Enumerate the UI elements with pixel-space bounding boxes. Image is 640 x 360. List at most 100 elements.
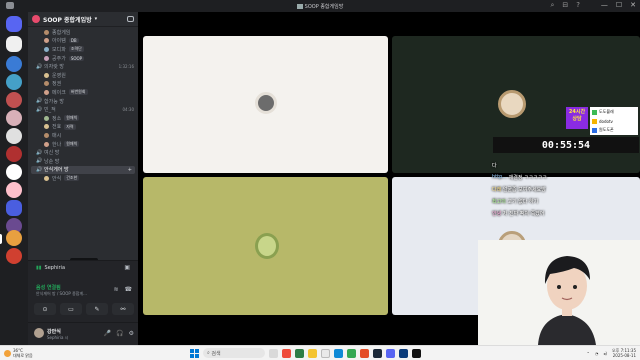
channel-name: 낭순 방 — [44, 158, 60, 165]
server-icon[interactable] — [6, 56, 22, 72]
chevron-down-icon: ▾ — [94, 16, 98, 22]
server-icon[interactable] — [6, 128, 22, 144]
noise-suppression-icon[interactable]: ≋ — [113, 286, 118, 293]
member-tag: 원매칙 — [64, 141, 80, 148]
voice-member[interactable]: 전효 자력 — [28, 123, 138, 132]
voice-channel-active[interactable]: 🔊 안식게어 방 + — [31, 165, 135, 175]
soundboard-button[interactable]: ⚯ — [112, 303, 134, 315]
server-icon-selected[interactable] — [6, 230, 22, 246]
invite-icon[interactable] — [127, 16, 134, 22]
voice-channel[interactable]: 🔊 의자랏 방 1:32:16 — [28, 62, 138, 71]
avatar — [498, 90, 526, 118]
channel-list: 종합게임 아이템 DB 모디파 조력단 공주가 SOOP 🔊 의자랏 방 1:32:16 운영원 정권… — [28, 28, 138, 183]
sponsor-item: 도도블래 — [590, 108, 638, 116]
video-tile[interactable] — [143, 177, 388, 315]
voice-member[interactable]: 종합게임 — [28, 28, 138, 37]
screen-share-icon[interactable]: ▣ — [124, 264, 130, 271]
app-icon[interactable] — [334, 348, 343, 358]
voice-channel[interactable]: 🔊 합가능 방 — [28, 97, 138, 106]
member-tag: DB — [68, 38, 79, 44]
server-icon[interactable] — [6, 110, 22, 126]
sponsor-box: 도도블래 dodotv 원도도폰 — [590, 107, 638, 135]
app-icon[interactable] — [399, 348, 408, 358]
server-icon[interactable] — [6, 74, 22, 90]
weather-widget[interactable]: 36°C 대체로 맑음 — [4, 348, 33, 358]
voice-member[interactable]: 모디파 조력단 — [28, 45, 138, 54]
voice-member[interactable]: 공주가 SOOP — [28, 54, 138, 63]
channel-sidebar: SOOP 종합게임방 ▾ 종합게임 아이템 DB 모디파 조력단 공주가 SOOP 🔊 의자랏 … — [28, 12, 138, 345]
server-icon[interactable] — [6, 36, 22, 52]
headphones-icon[interactable]: 🎧 — [116, 330, 123, 337]
settings-gear-icon[interactable]: ⚙ — [129, 330, 134, 337]
video-tile[interactable] — [143, 36, 388, 173]
app-icon[interactable] — [282, 348, 291, 358]
server-rail — [0, 12, 28, 345]
search-icon[interactable]: ⌕ — [550, 1, 554, 10]
server-icon[interactable] — [6, 146, 22, 162]
clock-date: 2025-08-11 — [612, 353, 636, 358]
voice-member[interactable]: 정권 — [28, 80, 138, 89]
app-icon[interactable] — [360, 348, 369, 358]
user-name[interactable]: 강안식 — [47, 328, 61, 335]
app-icon[interactable] — [295, 348, 304, 358]
server-icon[interactable] — [6, 182, 22, 198]
server-icon[interactable] — [6, 164, 22, 180]
voice-channel[interactable]: 🔊 민_적 04:30 — [28, 105, 138, 114]
disconnect-icon[interactable]: ☎ — [125, 286, 132, 293]
avatar — [44, 72, 49, 78]
taskbar-search[interactable]: ⌕ 검색 — [203, 348, 265, 358]
close-button[interactable]: ✕ — [630, 1, 636, 9]
voice-channel[interactable]: 🔊 여신 방 — [28, 148, 138, 157]
server-header[interactable]: SOOP 종합게임방 ▾ — [28, 12, 138, 27]
maximize-button[interactable]: ☐ — [616, 1, 622, 9]
member-tag: 자력 — [64, 123, 76, 130]
avatar[interactable] — [34, 328, 44, 338]
user-status: Sephiria 시 — [47, 335, 69, 340]
member-name: 운영원 — [52, 72, 66, 79]
obs-icon[interactable] — [412, 348, 421, 358]
volume-icon[interactable]: ◂) — [603, 351, 607, 356]
chat-text: 재결정 ㅋㅋㅋㅋㅋ — [508, 174, 548, 181]
voice-channel[interactable]: 🔊 낭순 방 — [28, 157, 138, 166]
chevron-up-icon[interactable]: ⌃ — [587, 351, 590, 356]
sponsor-label: 원도도폰 — [599, 127, 614, 132]
camera-button[interactable]: ⊙ — [34, 303, 56, 315]
microphone-icon[interactable]: 🎤 — [104, 330, 111, 337]
chat-user: 다래 — [492, 186, 502, 193]
chrome-icon[interactable] — [347, 348, 356, 358]
voice-connected-label[interactable]: 음성 연결됨 — [36, 284, 61, 291]
invite-to-channel-icon[interactable]: + — [128, 167, 132, 173]
sponsor-icon — [592, 109, 597, 115]
voice-member[interactable]: 매시 — [28, 131, 138, 140]
server-icon[interactable] — [6, 200, 22, 216]
activity-button[interactable]: ✎ — [86, 303, 108, 315]
voice-member[interactable]: 정소 원매칙 — [28, 114, 138, 123]
server-icon[interactable] — [6, 248, 22, 264]
voice-buttons: ⊙ ▭ ✎ ⚯ — [34, 303, 134, 315]
voice-member[interactable]: 안식 건조한 — [28, 174, 138, 183]
inbox-icon[interactable]: ⊟ — [562, 1, 568, 10]
file-explorer-icon[interactable] — [308, 348, 317, 358]
task-view-icon[interactable] — [269, 348, 278, 358]
member-name: 아이템 — [52, 38, 66, 45]
wifi-icon[interactable]: ◔ — [595, 351, 599, 356]
voice-member[interactable]: 아이템 DB — [28, 37, 138, 46]
direct-messages-icon[interactable] — [6, 16, 22, 32]
voice-member[interactable]: 메이크 버번원회 — [28, 88, 138, 97]
minimize-button[interactable]: — — [601, 1, 608, 9]
voice-connected-channel[interactable]: 안식게어 방 / SOOP 종합게... — [36, 291, 87, 297]
voice-activity-header[interactable]: ▮▮ Sephiria ▣ — [28, 260, 138, 274]
voice-member[interactable]: 운영원 — [28, 71, 138, 80]
screen-share-button[interactable]: ▭ — [60, 303, 82, 315]
server-icon[interactable] — [6, 92, 22, 108]
windows-start-icon[interactable] — [190, 348, 199, 358]
help-icon[interactable]: ? — [576, 1, 580, 10]
steam-icon[interactable] — [373, 348, 382, 358]
app-icon[interactable] — [321, 348, 330, 358]
discord-icon[interactable] — [386, 348, 395, 358]
webcam-person — [478, 240, 640, 345]
member-name: 한나 — [52, 141, 62, 148]
clock[interactable]: 오후 7:11:35 2025-08-11 — [612, 348, 636, 358]
speaker-icon: 🔊 — [36, 149, 43, 156]
voice-member[interactable]: 한나 원매칙 — [28, 140, 138, 149]
